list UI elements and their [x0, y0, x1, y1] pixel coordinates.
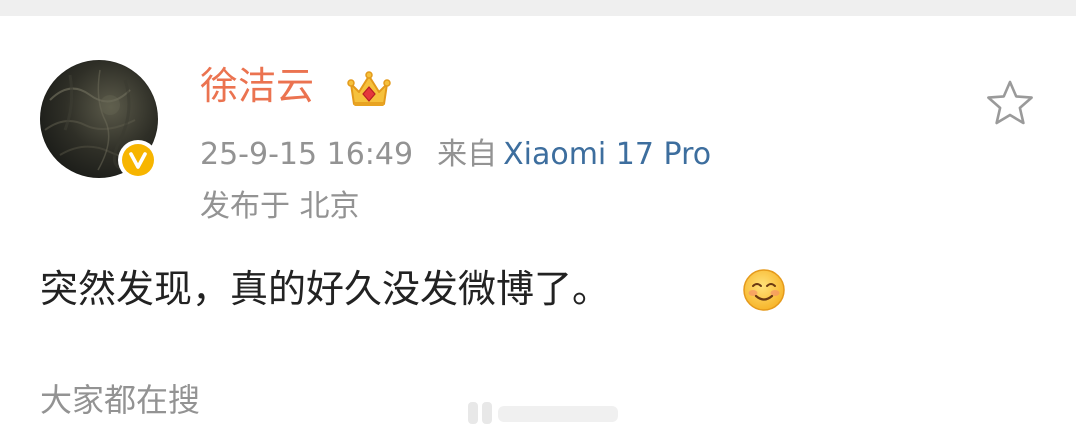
watermark [468, 400, 628, 426]
post-timestamp: 25-9-15 16:49 [200, 137, 414, 172]
post-meta: 25-9-15 16:49 来自 Xiaomi 17 Pro [200, 134, 711, 176]
star-outline-icon[interactable] [984, 78, 1036, 128]
post-location: 发布于 北京 [200, 189, 360, 224]
smiling-face-icon [742, 268, 786, 312]
hot-search-title: 大家都在搜 [40, 381, 201, 419]
verified-badge [118, 140, 158, 180]
post-content: 突然发现，真的好久没发微博了。 [40, 267, 611, 311]
top-divider-strip [0, 0, 1076, 16]
weibo-post-screen: 徐洁云 25-9-15 16:49 来自 Xiaomi 17 Pro 发布于 北京 … [0, 0, 1076, 439]
yellow-v-verified-icon [122, 144, 154, 176]
source-device-link[interactable]: Xiaomi 17 Pro [503, 137, 711, 172]
source-prefix: 来自 [437, 137, 498, 172]
crown-icon[interactable] [346, 70, 392, 110]
author-name[interactable]: 徐洁云 [200, 62, 314, 110]
